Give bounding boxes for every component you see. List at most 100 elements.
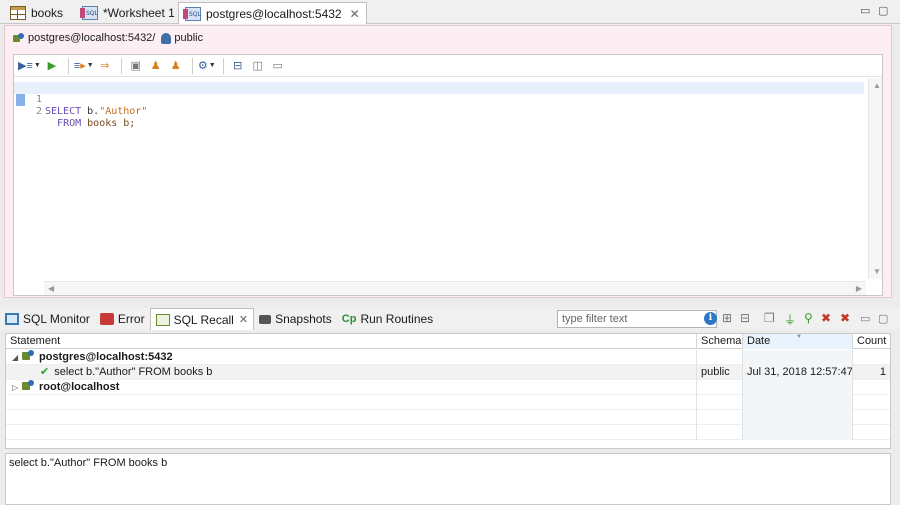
minimize-icon[interactable]: ▭ [860,312,870,325]
recall-statement: select b."Author" FROM books b [54,366,213,378]
tab-error[interactable]: Error [95,308,150,330]
close-icon[interactable]: ✕ [239,313,248,326]
error-log-icon [99,313,114,325]
recall-date: Jul 31, 2018 12:57:47 PM [743,365,853,380]
execute-statement-button[interactable]: ▶ [43,57,61,75]
editor-tab-bar: books *Worksheet 1 postgres@localhost:54… [0,0,900,24]
tab-run-routines[interactable]: Cp Run Routines [337,308,438,330]
table-row [6,395,890,410]
filter-icon[interactable]: ⏚ [784,311,796,328]
info-icon[interactable]: i [704,312,717,325]
table-row[interactable]: ▷ root@localhost [6,380,890,395]
sql-worksheet-icon [80,6,98,20]
rollback-icon[interactable]: ♟ [167,57,185,75]
remove-icon[interactable]: ✖ [840,311,850,325]
column-header-schema[interactable]: Schema [697,334,743,349]
tab-books[interactable]: books [4,2,69,24]
tab-books-label: books [31,6,64,20]
minimize-icon[interactable]: ▭ [860,4,870,17]
sort-descending-icon: ▼ [796,334,802,340]
statement-detail-pane[interactable]: select b."Author" FROM books b [5,453,891,505]
grid-header: Statement Schema Date ▼ Count [6,334,890,349]
recall-count: 1 [879,366,886,378]
tab-run-routines-label: Run Routines [360,312,434,326]
toolbar-separator [222,57,224,74]
connection-node-label: root@localhost [39,381,120,393]
remove-all-icon[interactable]: ✖ [821,311,831,325]
table-row[interactable]: ✔ select b."Author" FROM books b public J… [6,365,890,380]
scroll-left-icon[interactable]: ◀ [48,284,54,293]
expand-triangle-icon[interactable]: ◢ [12,350,22,365]
sql-monitor-icon [5,313,19,325]
transaction-mode-button[interactable]: ⚙ ▼ [198,57,216,75]
layout-horizontal-icon[interactable]: ⊟ [229,57,247,75]
collapse-all-icon[interactable]: ⊟ [740,311,750,325]
sql-token: books b; [81,118,136,129]
tab-sql-monitor[interactable]: SQL Monitor [0,308,95,330]
schema-icon [161,32,172,44]
sql-recall-icon [155,313,170,326]
toolbar-separator [120,57,122,74]
connection-label[interactable]: postgres@localhost:5432/ [28,32,155,44]
run-routines-icon: Cp [341,313,357,325]
column-header-statement[interactable]: Statement [6,334,697,349]
stop-button[interactable]: ▣ [127,57,145,75]
connection-node-label: postgres@localhost:5432 [39,351,173,363]
expand-all-icon[interactable]: ⊞ [722,311,732,325]
execute-script-button[interactable]: ▶ ≡ ▼ [18,57,41,75]
camera-icon [259,314,272,324]
tab-sql-monitor-label: SQL Monitor [23,312,90,326]
tab-snapshots[interactable]: Snapshots [254,308,337,330]
next-statement-button[interactable]: ⇒ [96,57,114,75]
sql-recall-grid: Statement Schema Date ▼ Count ◢ postgres@… [5,333,891,449]
success-check-icon: ✔ [40,366,50,378]
code-line[interactable]: 2 FROM books b; [14,94,864,129]
sql-editor-area: postgres@localhost:5432/ public ▶ ≡ ▼ ▶ ≡ ▸… [4,25,892,298]
column-header-count[interactable]: Count [853,334,890,349]
layout-vertical-icon[interactable]: ◫ [249,57,267,75]
filter-input[interactable] [557,310,717,328]
scroll-up-icon[interactable]: ▲ [873,81,881,90]
table-row[interactable]: ◢ postgres@localhost:5432 [6,350,890,365]
sql-worksheet-icon [183,6,201,21]
maximize-icon[interactable]: ▢ [878,4,888,17]
code-line[interactable]: 1 SELECT b."Author" [14,82,864,117]
scroll-right-icon[interactable]: ▶ [856,284,862,293]
tab-sql-recall[interactable]: SQL Recall ✕ [149,308,255,330]
editor-frame: ▶ ≡ ▼ ▶ ≡ ▸ ▼ ⇒ ▣ ♟ ♟ ⚙ ▼ ⊟ ◫ ▭ 1 SELECT b."A… [13,54,883,296]
tab-sql-recall-label: SQL Recall [173,312,234,327]
toolbar-separator [191,57,193,74]
connection-icon [22,380,35,391]
recall-schema: public [697,365,743,380]
statement-detail-text: select b."Author" FROM books b [9,457,168,469]
editor-toolbar: ▶ ≡ ▼ ▶ ≡ ▸ ▼ ⇒ ▣ ♟ ♟ ⚙ ▼ ⊟ ◫ ▭ [14,55,882,77]
editor-vertical-scrollbar[interactable]: ▲ ▼ [868,78,882,279]
tab-postgres-label: postgres@localhost:5432 [206,6,342,21]
table-row [6,425,890,440]
sql-string: "Author" [99,106,148,117]
maximize-icon[interactable]: ▢ [878,312,888,325]
editor-horizontal-scrollbar[interactable]: ◀ ▶ [44,281,866,295]
connection-icon [22,350,35,361]
table-icon [10,6,26,20]
scroll-down-icon[interactable]: ▼ [873,267,881,276]
explain-plan-button[interactable]: ≡ ▸ ▼ [74,57,94,75]
connection-bar: postgres@localhost:5432/ public [13,32,203,44]
connection-icon [13,32,25,44]
commit-icon[interactable]: ♟ [147,57,165,75]
pin-icon[interactable]: ⚲ [804,311,813,325]
table-row [6,410,890,425]
copy-icon[interactable]: ❐ [764,311,775,325]
sql-code-editor[interactable]: 1 SELECT b."Author" 2 FROM books b; [14,81,868,281]
tab-error-label: Error [117,312,145,326]
collapsed-triangle-icon[interactable]: ▷ [12,380,22,395]
close-icon[interactable]: ✕ [350,7,360,21]
sql-token: b. [81,106,100,117]
tab-postgres-localhost[interactable]: postgres@localhost:5432 ✕ [178,2,367,24]
tab-snapshots-label: Snapshots [275,312,332,326]
tab-worksheet-label: *Worksheet 1 [103,6,175,20]
tab-worksheet-1[interactable]: *Worksheet 1 [76,2,181,24]
layout-maximize-icon[interactable]: ▭ [269,57,287,75]
toolbar-separator [67,57,69,74]
schema-label[interactable]: public [174,32,203,44]
